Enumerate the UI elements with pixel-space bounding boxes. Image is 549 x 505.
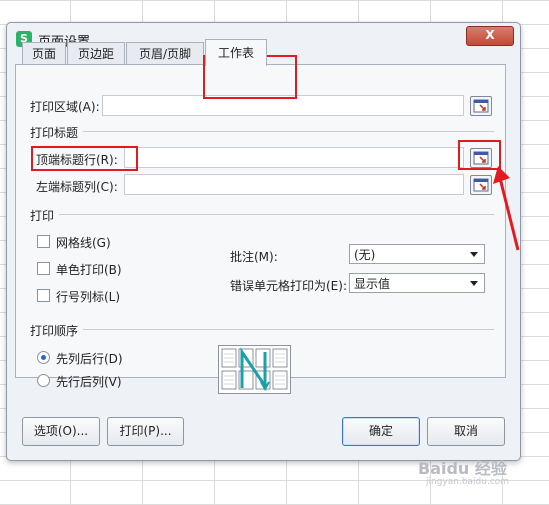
comments-select[interactable]: (无) [349, 244, 485, 264]
tab-margins[interactable]: 页边距 [67, 42, 125, 65]
tab-page[interactable]: 页面 [22, 42, 66, 65]
print-button[interactable]: 打印(P)... [107, 417, 184, 446]
errors-select-value: 显示值 [354, 277, 391, 291]
comments-select-value: (无) [354, 248, 376, 262]
left-cols-collapse-button[interactable] [470, 175, 492, 195]
tab-worksheet[interactable]: 工作表 [205, 39, 267, 66]
page-order-divider [80, 329, 494, 330]
page-order-diagram-icon [221, 347, 288, 392]
page-order-preview [218, 345, 291, 394]
mono-print-label: 单色打印(B) [56, 263, 122, 277]
range-select-icon [473, 178, 489, 192]
down-then-over-label: 先列后行(D) [56, 352, 123, 366]
page-order-section: 打印顺序 [30, 322, 84, 339]
print-area-label: 打印区域(A): [30, 100, 100, 114]
mono-print-checkbox[interactable] [37, 262, 50, 275]
cancel-button[interactable]: 取消 [427, 417, 505, 446]
print-section: 打印 [30, 207, 60, 224]
down-then-over-radio[interactable] [37, 351, 50, 364]
red-arrow-icon [493, 166, 520, 251]
print-titles-section: 打印标题 [30, 124, 84, 141]
chevron-down-icon [470, 252, 478, 257]
range-select-icon [473, 99, 489, 113]
ok-button[interactable]: 确定 [342, 417, 420, 446]
left-cols-input[interactable] [124, 174, 464, 195]
highlight-top-rows-label [31, 146, 138, 171]
print-divider [56, 214, 494, 215]
over-then-down-label: 先行后列(V) [56, 375, 122, 389]
row-col-headers-checkbox[interactable] [37, 289, 50, 302]
print-titles-divider [80, 131, 494, 132]
errors-label: 错误单元格打印为(E): [230, 279, 347, 293]
errors-select[interactable]: 显示值 [349, 273, 485, 293]
row-col-headers-label: 行号列标(L) [56, 290, 121, 304]
baidu-watermark: Baidu 经验 [418, 459, 507, 478]
chevron-down-icon [470, 281, 478, 286]
baidu-watermark-url: jingyan.baidu.com [426, 477, 510, 487]
close-button[interactable]: X [466, 26, 514, 46]
print-area-collapse-button[interactable] [470, 96, 492, 116]
over-then-down-radio[interactable] [37, 374, 50, 387]
tab-header-footer[interactable]: 页眉/页脚 [126, 42, 204, 65]
options-button[interactable]: 选项(O)... [22, 417, 100, 446]
gridlines-checkbox[interactable] [37, 235, 50, 248]
top-rows-input[interactable] [124, 147, 464, 168]
gridlines-label: 网格线(G) [56, 236, 111, 250]
left-cols-label: 左端标题列(C): [36, 180, 118, 194]
comments-label: 批注(M): [230, 250, 278, 264]
